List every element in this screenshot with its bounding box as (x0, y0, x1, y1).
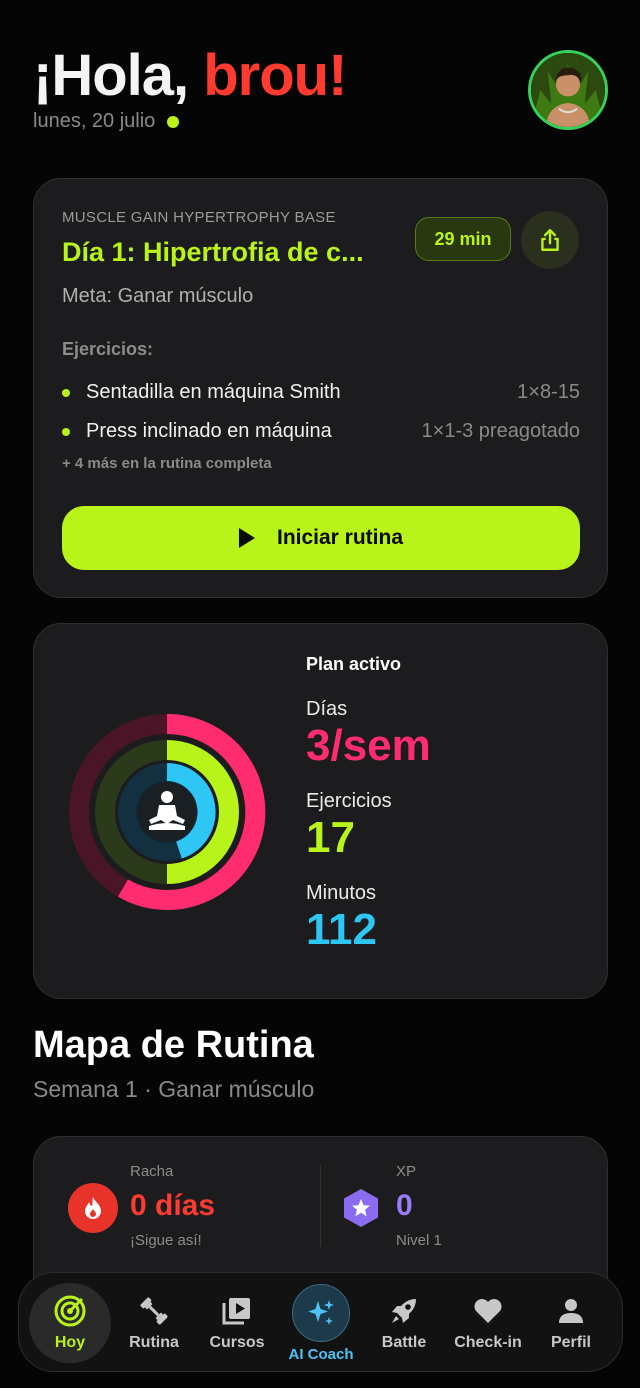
nav-label: Check-in (454, 1334, 522, 1351)
streak-badge (68, 1183, 118, 1233)
share-icon (541, 229, 559, 251)
nav-item-cursos[interactable]: Cursos (196, 1283, 278, 1363)
user-name: brou! (203, 43, 347, 108)
date-label: lunes, 20 julio (33, 110, 156, 132)
nav-label: Cursos (209, 1334, 265, 1351)
nav-label: Battle (381, 1334, 427, 1351)
person-icon (559, 1299, 583, 1323)
exercises-stat: Ejercicios 17 (306, 790, 392, 863)
exercise-name: Sentadilla en máquina Smith (86, 381, 341, 403)
streak-sub: ¡Sigue así! (130, 1232, 202, 1249)
section-title: Mapa de Rutina (33, 1024, 314, 1066)
xp-label: XP (396, 1163, 417, 1180)
rocket-icon (392, 1299, 416, 1323)
nav-item-check-in[interactable]: Check-in (447, 1283, 529, 1363)
nav-item-ai-coach[interactable]: AI Coach (280, 1279, 362, 1367)
days-label: Días (306, 698, 348, 720)
coach-button (292, 1283, 350, 1342)
nav-label: Hoy (54, 1334, 86, 1351)
more-exercises-note: + 4 más en la rutina completa (62, 455, 272, 472)
divider (320, 1165, 321, 1247)
dumbbell-icon (140, 1297, 168, 1325)
xp-sub: Nivel 1 (396, 1232, 442, 1249)
avatar[interactable] (528, 50, 608, 130)
program-name: MUSCLE GAIN HYPERTROPHY BASE (62, 209, 336, 226)
exercises-value: 17 (306, 813, 355, 862)
bullet-icon (62, 388, 70, 397)
days-stat: Días 3/sem (306, 698, 431, 771)
minutes-value: 112 (306, 905, 377, 954)
streak-metric: Racha 0 días ¡Sigue así! (130, 1163, 215, 1249)
streak-value: 0 días (130, 1189, 216, 1222)
exercise-sets: 1×8-15 (517, 381, 580, 403)
greeting-heading: ¡Hola, brou! (33, 44, 610, 108)
bottom-nav: Hoy Rutina Cursos AI Coach Battle Check-… (18, 1272, 623, 1372)
exercises-heading: Ejercicios: (62, 339, 154, 359)
duration-badge: 29 min (415, 217, 511, 261)
star-hexagon-icon (344, 1189, 378, 1227)
start-routine-label: Iniciar rutina (276, 526, 404, 549)
nav-item-hoy[interactable]: Hoy (29, 1283, 111, 1363)
minutes-stat: Minutos 112 (306, 882, 377, 955)
target-icon (54, 1295, 86, 1327)
days-value: 3/sem (306, 721, 431, 770)
section-subtitle: Semana 1 · Ganar músculo (33, 1076, 315, 1102)
goal-label: Meta: Ganar músculo (62, 285, 254, 307)
workout-card: MUSCLE GAIN HYPERTROPHY BASE Día 1: Hipe… (33, 178, 608, 598)
nav-label: Rutina (129, 1334, 179, 1351)
bullet-icon (62, 427, 70, 436)
flame-icon (85, 1197, 101, 1219)
xp-value: 0 (396, 1189, 413, 1222)
start-routine-button[interactable]: Iniciar rutina (62, 506, 580, 570)
exercise-item: Sentadilla en máquina Smith 1×8-15 (62, 373, 580, 412)
play-icon (238, 528, 255, 548)
nav-item-rutina[interactable]: Rutina (113, 1283, 195, 1363)
plan-title: Plan activo (306, 654, 402, 674)
greeting-text: ¡Hola, (33, 43, 204, 108)
exercises-label: Ejercicios (306, 790, 392, 812)
sparkles-icon (308, 1299, 334, 1325)
activity-rings (69, 713, 266, 910)
xp-metric: XP 0 Nivel 1 (396, 1163, 442, 1249)
nav-item-battle[interactable]: Battle (363, 1283, 445, 1363)
exercise-sets: 1×1-3 preagotado (421, 420, 580, 442)
status-dot (167, 115, 180, 128)
exercise-name: Press inclinado en máquina (86, 420, 332, 442)
workout-title[interactable]: Día 1: Hipertrofia de c... (62, 237, 402, 268)
minutes-label: Minutos (306, 882, 377, 904)
exercise-list: Sentadilla en máquina Smith 1×8-15 Press… (62, 373, 580, 451)
heart-icon (474, 1299, 502, 1323)
streak-label: Racha (130, 1163, 174, 1180)
nav-item-perfil[interactable]: Perfil (530, 1283, 612, 1363)
active-plan-card: Plan activo Días 3/sem Ejercicios 17 Min… (33, 623, 608, 999)
nav-label: AI Coach (288, 1345, 354, 1363)
nav-label: Perfil (550, 1334, 591, 1351)
xp-badge (336, 1183, 386, 1233)
exercise-item: Press inclinado en máquina 1×1-3 preagot… (62, 412, 580, 451)
header: ¡Hola, brou! lunes, 20 julio (33, 44, 610, 144)
share-button[interactable] (521, 211, 579, 269)
video-library-icon (222, 1298, 250, 1325)
avatar-image (531, 53, 605, 127)
